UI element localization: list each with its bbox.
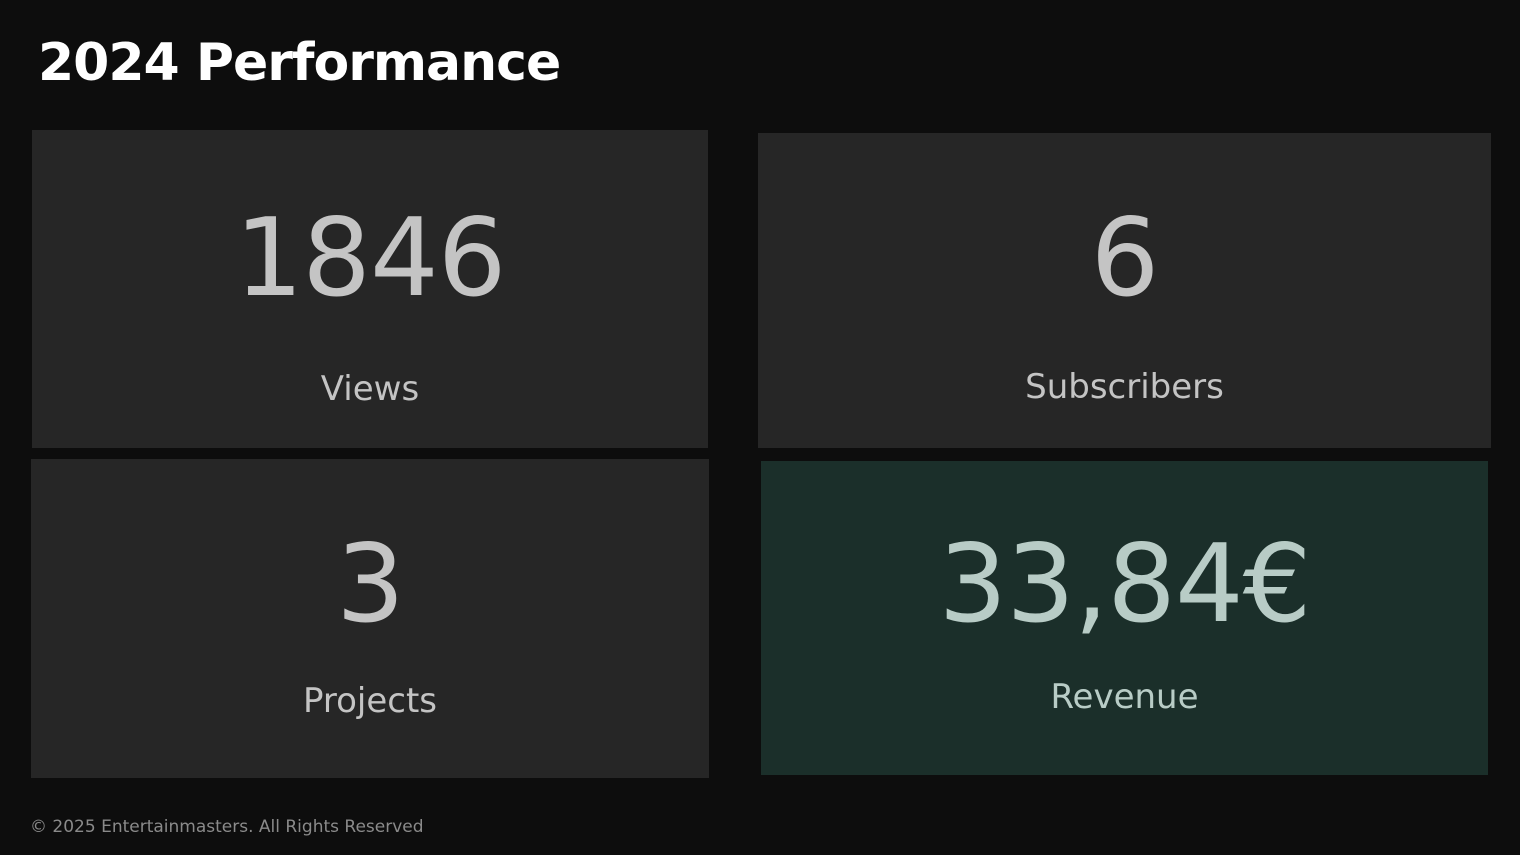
views-value: 1846 xyxy=(234,196,507,321)
subscribers-card: 6 Subscribers xyxy=(758,133,1491,448)
views-card: 1846 Views xyxy=(32,130,708,448)
projects-label: Projects xyxy=(302,681,438,721)
page-title: 2024 Performance xyxy=(38,33,561,93)
dashboard-page: 2024 Performance 1846 Views 6 Subscriber… xyxy=(0,0,1520,855)
copyright-footer: © 2025 Entertainmasters. All Rights Rese… xyxy=(30,817,424,837)
subscribers-value: 6 xyxy=(1090,196,1160,321)
subscribers-label: Subscribers xyxy=(1025,367,1224,407)
revenue-value: 33,84€ xyxy=(938,522,1312,647)
revenue-card: 33,84€ Revenue xyxy=(761,461,1488,775)
projects-value: 3 xyxy=(336,522,405,647)
projects-card: 3 Projects xyxy=(31,459,709,778)
revenue-label: Revenue xyxy=(1050,677,1199,717)
views-label: Views xyxy=(320,369,420,409)
